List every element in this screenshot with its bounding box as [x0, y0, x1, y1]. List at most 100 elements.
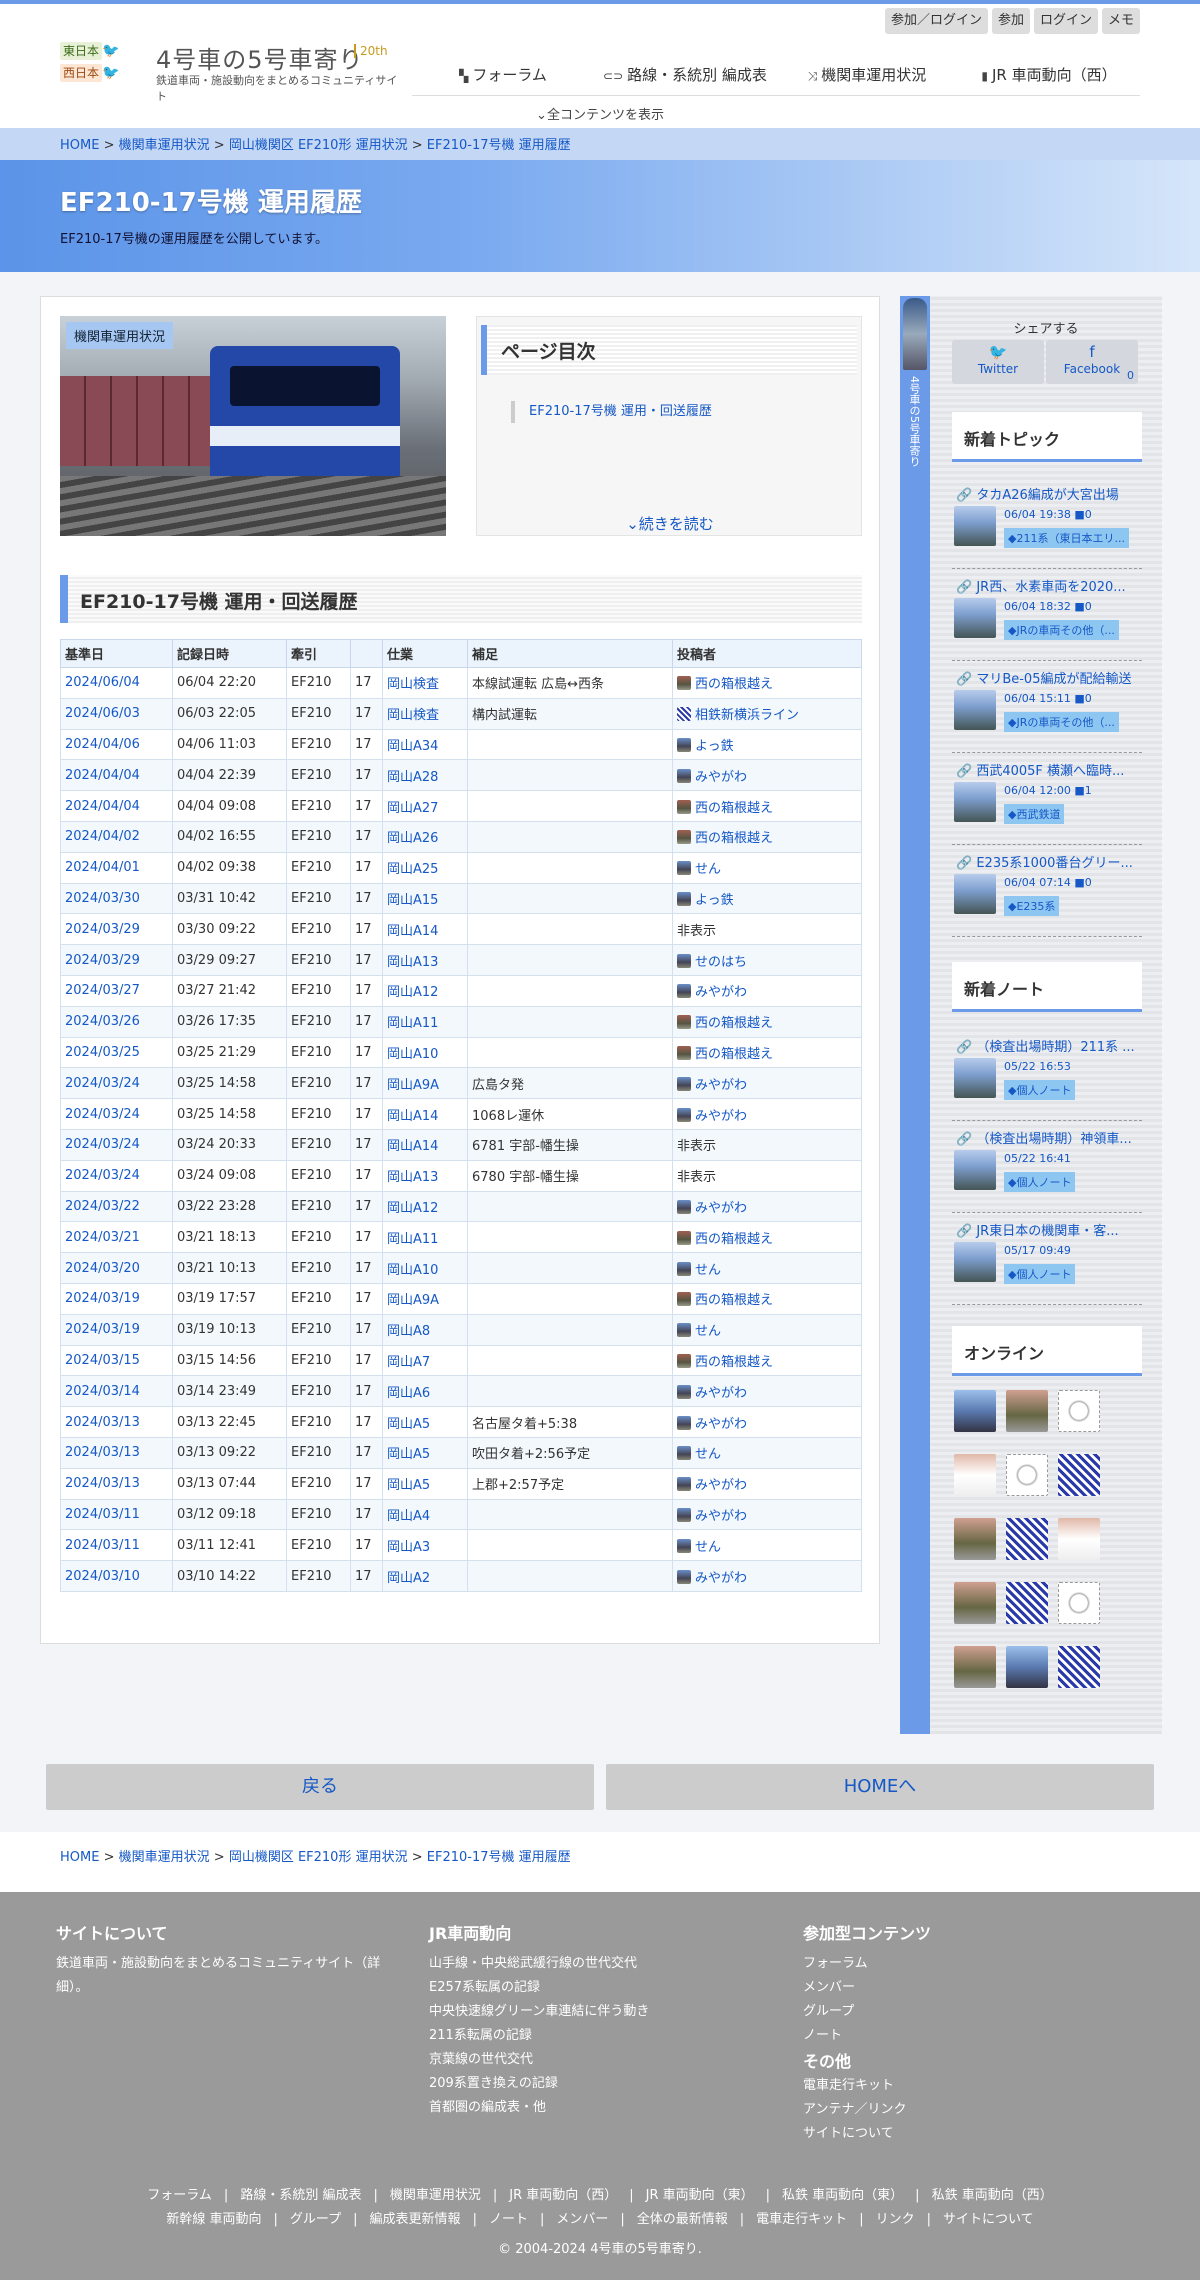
footer-jr-link[interactable]: 211系転属の記録 — [429, 2024, 749, 2048]
topic-item[interactable]: 🔗 タカA26編成が大宮出場 06/04 19:38 ■0 ◆211系（東日本エリ.… — [952, 484, 1142, 572]
footer-jr-link[interactable]: 山手線・中央総武緩行線の世代交代 — [429, 1952, 749, 1976]
cell-link[interactable]: 2024/03/29 — [65, 953, 140, 968]
footer-join-link[interactable]: グループ — [803, 2000, 1123, 2024]
cell-link[interactable]: 岡山A34 — [387, 739, 438, 754]
cell-link[interactable]: 2024/03/11 — [65, 1507, 140, 1522]
cell-link[interactable]: 2024/03/22 — [65, 1199, 140, 1214]
avatar[interactable] — [954, 1646, 996, 1688]
cell-base-date[interactable]: 2024/03/21 — [60, 1221, 173, 1254]
footer-nav-link[interactable]: 機関車運用状況 — [390, 2188, 481, 2203]
cell-duty[interactable]: 岡山A4 — [382, 1498, 468, 1531]
footer-nav-link[interactable]: 私鉄 車両動向（東） — [782, 2188, 903, 2203]
cell-duty[interactable]: 岡山A14 — [382, 1098, 468, 1130]
cell-poster[interactable]: みやがわ — [672, 1498, 862, 1531]
cell-link[interactable]: 岡山A12 — [387, 985, 438, 1000]
cell-poster[interactable]: せん — [672, 1436, 862, 1469]
cell-link[interactable]: 岡山A10 — [387, 1263, 438, 1278]
avatar[interactable] — [1058, 1454, 1100, 1496]
site-logo[interactable]: 東日本 西日本 🐦 🐦 4号車の5号車寄り 20th 鉄道車両・施設動向をまとめ… — [58, 40, 398, 103]
cell-link[interactable]: 2024/06/03 — [65, 706, 140, 721]
photo-category-badge[interactable]: 機関車運用状況 — [66, 322, 174, 349]
cell-link[interactable]: 2024/03/11 — [65, 1538, 140, 1553]
footer-jr-link[interactable]: E257系転属の記録 — [429, 1976, 749, 2000]
cell-link[interactable]: 2024/03/13 — [65, 1415, 140, 1430]
cell-link[interactable]: 2024/03/24 — [65, 1107, 140, 1122]
cell-base-date[interactable]: 2024/04/02 — [60, 820, 173, 853]
cell-link[interactable]: 岡山A10 — [387, 1047, 438, 1062]
cell-base-date[interactable]: 2024/04/04 — [60, 759, 173, 792]
cell-poster[interactable]: みやがわ — [672, 1560, 862, 1592]
cell-base-date[interactable]: 2024/03/27 — [60, 974, 173, 1007]
cell-duty[interactable]: 岡山A27 — [382, 790, 468, 822]
home-button[interactable]: HOMEへ — [606, 1764, 1154, 1810]
cell-link[interactable]: 岡山A7 — [387, 1355, 430, 1370]
cell-link[interactable]: 2024/03/19 — [65, 1291, 140, 1306]
cell-link[interactable]: よっ鉄 — [695, 893, 734, 908]
item-category[interactable]: ◆個人ノート — [1004, 1080, 1076, 1100]
topic-item[interactable]: 🔗 JR西、水素車両を2020... 06/04 18:32 ■0 ◆JRの車両その… — [952, 576, 1142, 664]
footer-nav-link[interactable]: JR 車両動向（西） — [509, 2188, 617, 2203]
cell-poster[interactable]: みやがわ — [672, 1098, 862, 1130]
item-title[interactable]: 🔗 JR東日本の機関車・客... — [956, 1220, 1142, 1239]
footer-nav-link[interactable]: JR 車両動向（東） — [646, 2188, 754, 2203]
cell-link[interactable]: 岡山A3 — [387, 1540, 430, 1555]
cell-link[interactable]: 2024/03/24 — [65, 1168, 140, 1183]
footer-join-link[interactable]: メンバー — [803, 1976, 1123, 2000]
footer-nav-link[interactable]: 路線・系統別 編成表 — [240, 2188, 361, 2203]
cell-base-date[interactable]: 2024/04/01 — [60, 851, 173, 884]
footer-other-link[interactable]: 電車走行キット — [803, 2074, 1123, 2098]
cell-duty[interactable]: 岡山A5 — [382, 1406, 468, 1438]
twitter-icon[interactable]: 🐦 — [102, 66, 119, 80]
breadcrumb-current[interactable]: EF210-17号機 運用履歴 — [427, 138, 571, 153]
cell-link[interactable]: 岡山A13 — [387, 1170, 438, 1185]
item-category[interactable]: ◆西武鉄道 — [1004, 804, 1065, 824]
note-item[interactable]: 🔗 （検査出場時期）神領車... 05/22 16:41 ◆個人ノート — [952, 1128, 1142, 1216]
footer-nav-link[interactable]: 新幹線 車両動向 — [166, 2212, 261, 2227]
cell-link[interactable]: 相鉄新横浜ライン — [695, 708, 799, 723]
item-title[interactable]: 🔗 E235系1000番台グリー... — [956, 852, 1142, 871]
cell-link[interactable]: みやがわ — [695, 1478, 747, 1493]
avatar[interactable] — [1058, 1518, 1100, 1560]
avatar[interactable] — [1006, 1518, 1048, 1560]
show-all-contents[interactable]: ⌄全コンテンツを表示 — [0, 104, 1200, 123]
avatar[interactable] — [1006, 1454, 1048, 1496]
cell-link[interactable]: せん — [695, 862, 721, 877]
cell-poster[interactable]: 西の箱根越え — [672, 1344, 862, 1377]
cell-link[interactable]: みやがわ — [695, 985, 747, 1000]
cell-link[interactable]: みやがわ — [695, 1509, 747, 1524]
footer-nav-link[interactable]: ノート — [489, 2212, 528, 2227]
cell-duty[interactable]: 岡山A3 — [382, 1529, 468, 1562]
east-tag[interactable]: 東日本 — [60, 42, 103, 60]
avatar[interactable] — [954, 1454, 996, 1496]
cell-duty[interactable]: 岡山A10 — [382, 1036, 468, 1069]
nav-forum[interactable]: ▚ フォーラム — [412, 54, 594, 95]
cell-base-date[interactable]: 2024/06/04 — [60, 667, 173, 699]
item-thumbnail[interactable] — [954, 782, 996, 822]
cell-link[interactable]: 岡山A14 — [387, 1109, 438, 1124]
item-thumbnail[interactable] — [954, 598, 996, 638]
cell-link[interactable]: みやがわ — [695, 1109, 747, 1124]
cell-link[interactable]: 岡山A15 — [387, 893, 438, 908]
cell-poster[interactable]: 西の箱根越え — [672, 1221, 862, 1254]
cell-poster[interactable]: せん — [672, 851, 862, 884]
cell-poster[interactable]: 西の箱根越え — [672, 667, 862, 699]
cell-duty[interactable]: 岡山A11 — [382, 1221, 468, 1254]
cell-link[interactable]: 2024/03/13 — [65, 1476, 140, 1491]
cell-link[interactable]: 2024/03/14 — [65, 1384, 140, 1399]
cell-link[interactable]: 2024/03/13 — [65, 1445, 140, 1460]
nav-formation[interactable]: ⊂⊃ 路線・系統別 編成表 — [594, 54, 776, 95]
breadcrumb-okayama[interactable]: 岡山機関区 EF210形 運用状況 — [229, 138, 408, 153]
cell-poster[interactable]: よっ鉄 — [672, 728, 862, 761]
cell-link[interactable]: みやがわ — [695, 1201, 747, 1216]
footer-jr-link[interactable]: 首都圏の編成表・他 — [429, 2096, 749, 2120]
cell-poster[interactable]: せん — [672, 1529, 862, 1562]
nav-locomotive[interactable]: ⤨ 機関車運用状況 — [776, 54, 958, 95]
read-more-link[interactable]: ⌄続きを読む — [477, 513, 863, 534]
site-title[interactable]: 4号車の5号車寄り — [156, 40, 364, 75]
cell-link[interactable]: 2024/06/04 — [65, 675, 140, 690]
cell-duty[interactable]: 岡山A6 — [382, 1375, 468, 1408]
cell-base-date[interactable]: 2024/03/22 — [60, 1190, 173, 1223]
avatar[interactable] — [1058, 1646, 1100, 1688]
cell-link[interactable]: 岡山検査 — [387, 708, 439, 723]
topic-item[interactable]: 🔗 E235系1000番台グリー... 06/04 07:14 ■0 ◆E235系 — [952, 852, 1142, 940]
